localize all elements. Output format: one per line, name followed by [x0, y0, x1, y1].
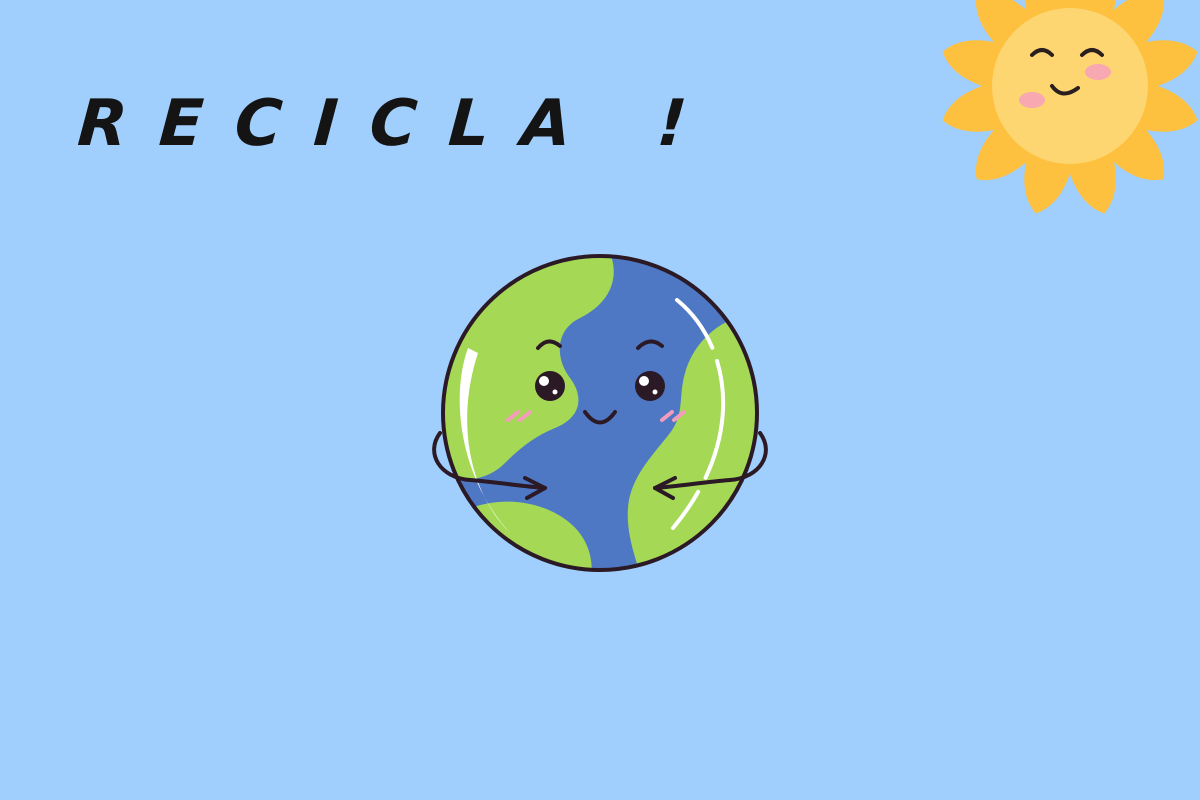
- earth-right-eye-sparkle: [652, 389, 658, 395]
- sun-right-cheek: [1085, 64, 1111, 80]
- earth-left-eye: [535, 371, 565, 401]
- earth-right-eye: [635, 371, 665, 401]
- sun-left-cheek: [1019, 92, 1045, 108]
- earth-right-eye-highlight: [639, 376, 649, 386]
- sun-graphic: [942, 0, 1198, 214]
- headline-recicla: RECICLA !: [75, 87, 722, 161]
- earth-left-eye-highlight: [539, 376, 549, 386]
- smiling-earth-icon: [430, 248, 770, 578]
- earth-graphic: [432, 254, 768, 572]
- smiling-sun-icon: [930, 0, 1200, 250]
- poster-canvas: RECICLA !: [0, 0, 1200, 800]
- sun-face: [992, 8, 1148, 164]
- earth-left-eye-sparkle: [552, 389, 558, 395]
